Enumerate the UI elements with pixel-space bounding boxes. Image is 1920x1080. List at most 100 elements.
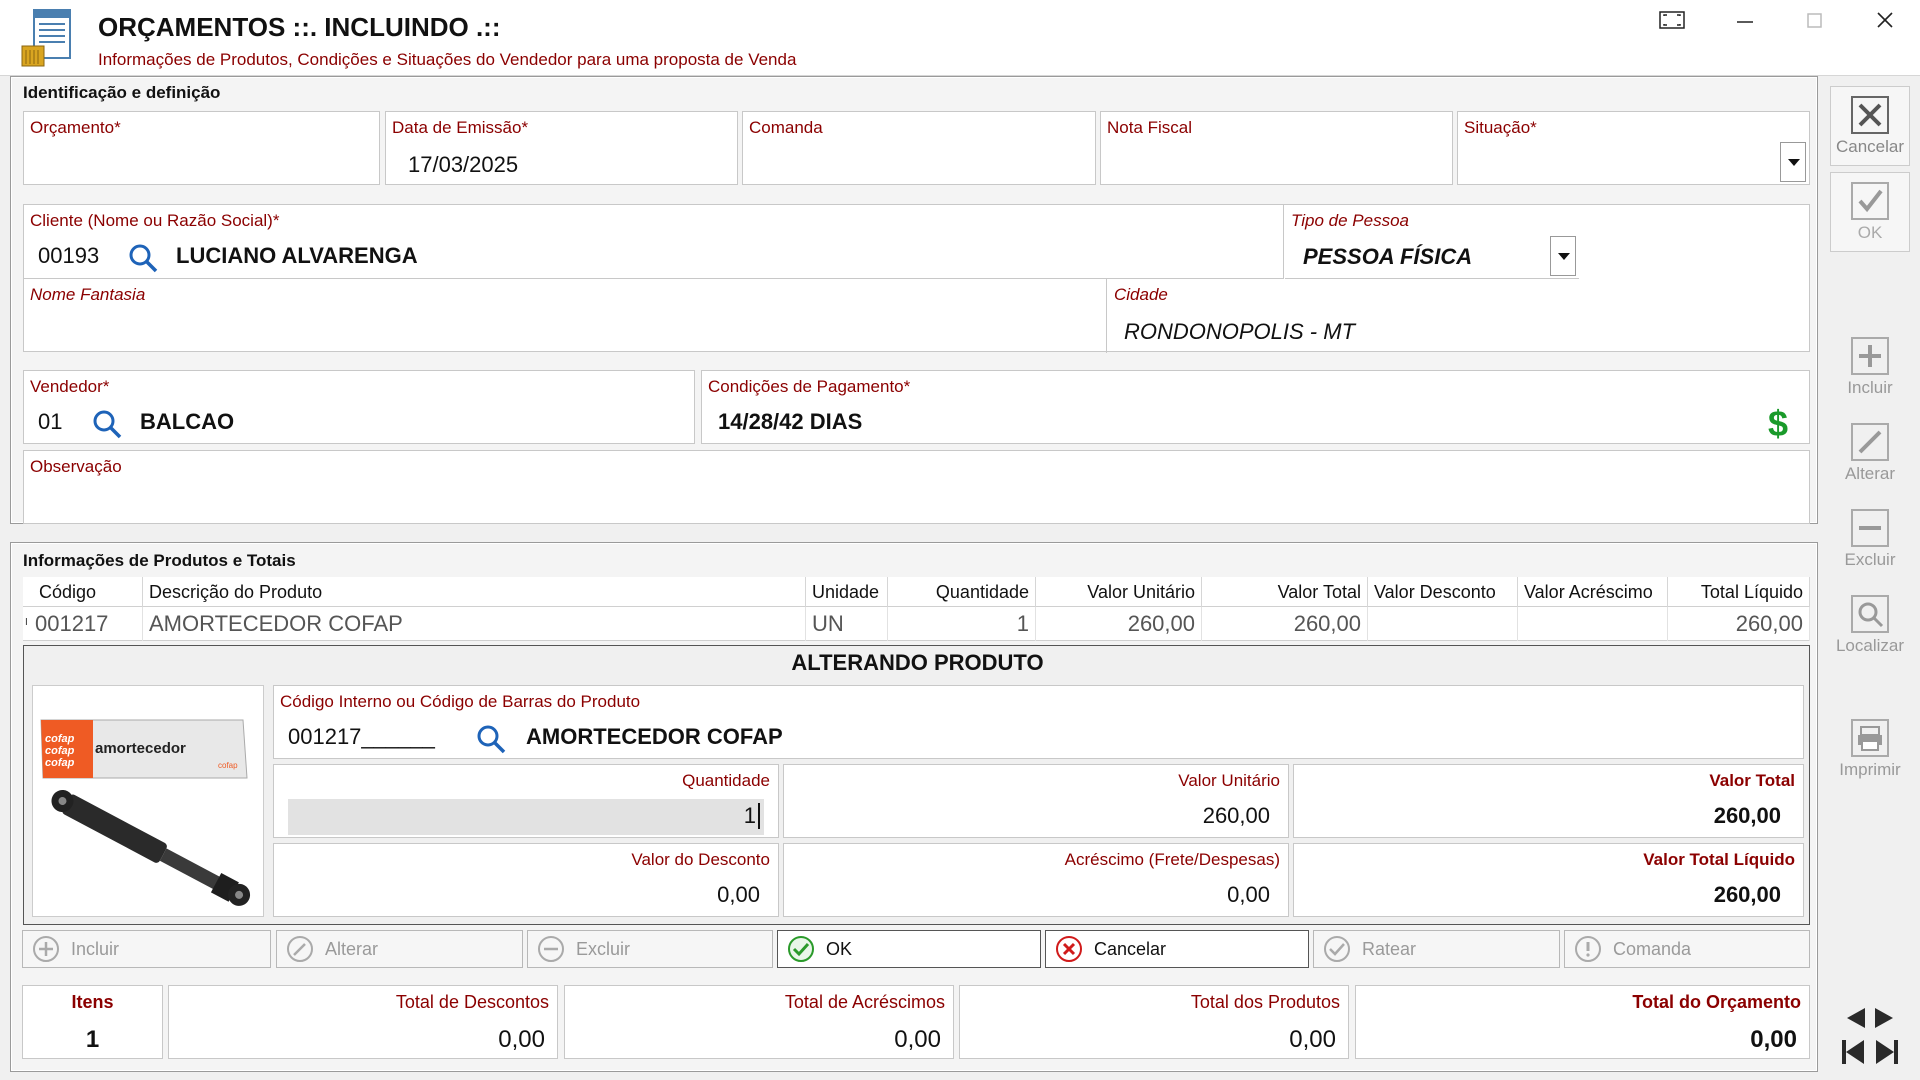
cidade-field[interactable]: Cidade RONDONOPOLIS - MT	[1108, 279, 1810, 353]
svg-text:cofap: cofap	[218, 761, 238, 770]
sidebar-ok-button[interactable]: OK	[1830, 172, 1910, 252]
window-title: ORÇAMENTOS ::. INCLUINDO .::	[98, 12, 501, 42]
vendedor-field[interactable]: Vendedor* 01 BALCAO	[23, 370, 695, 444]
condicoes-pagamento-field[interactable]: Condições de Pagamento* 14/28/42 DIAS $	[701, 370, 1810, 444]
cell-valor-total: 260,00	[1202, 607, 1368, 641]
cell-descricao: AMORTECEDOR COFAP	[143, 607, 806, 641]
total-orcamento: Total do Orçamento 0,00	[1355, 985, 1810, 1059]
situacao-label: Situação*	[1464, 118, 1537, 137]
sidebar-incluir-button: Incluir	[1830, 334, 1910, 398]
ok-button[interactable]: OK	[777, 930, 1041, 968]
minimize-icon[interactable]	[1725, 8, 1765, 38]
maximize-icon	[1795, 8, 1835, 38]
vendedor-name: BALCAO	[140, 409, 235, 434]
ratear-check-icon	[1324, 936, 1350, 962]
col-valor-acrescimo[interactable]: Valor Acréscimo	[1518, 577, 1668, 607]
observacao-label: Observação	[30, 457, 122, 476]
close-icon[interactable]	[1865, 8, 1905, 38]
cell-valor-unitario: 260,00	[1036, 607, 1202, 641]
vendedor-search-icon[interactable]	[92, 409, 122, 444]
valor-total-label: Valor Total	[1709, 771, 1795, 790]
quantidade-field[interactable]: Quantidade 1	[273, 764, 779, 838]
nota-fiscal-field[interactable]: Nota Fiscal	[1100, 111, 1453, 185]
cliente-code: 00193	[38, 243, 100, 268]
app-document-icon	[20, 8, 76, 68]
cliente-field[interactable]: Cliente (Nome ou Razão Social)* 00193 LU…	[24, 205, 1284, 279]
situacao-select[interactable]: Situação*	[1457, 111, 1810, 185]
tipo-pessoa-dropdown-icon[interactable]	[1550, 236, 1576, 276]
tipo-pessoa-value: PESSOA FÍSICA	[1303, 244, 1473, 269]
comanda-label: Comanda	[1613, 939, 1692, 959]
minus-circle-icon	[538, 936, 564, 962]
cell-total-liquido: 260,00	[1668, 607, 1810, 641]
acrescimo-field[interactable]: Acréscimo (Frete/Despesas) 0,00	[783, 843, 1289, 917]
col-unidade[interactable]: Unidade	[806, 577, 888, 607]
total-liquido-value: 260,00	[1713, 882, 1781, 907]
screen-capture-icon[interactable]	[1652, 8, 1692, 38]
image-product-text: amortecedor	[95, 740, 186, 757]
section-title-identificacao: Identificação e definição	[23, 83, 221, 102]
plus-icon	[1851, 337, 1889, 375]
col-total-liquido[interactable]: Total Líquido	[1668, 577, 1810, 607]
total-descontos-label: Total de Descontos	[395, 992, 549, 1012]
condicoes-pagamento-label: Condições de Pagamento*	[708, 377, 911, 396]
cidade-label: Cidade	[1114, 285, 1168, 304]
produto-search-icon[interactable]	[476, 724, 506, 759]
col-descricao[interactable]: Descrição do Produto	[143, 577, 806, 607]
magnifier-icon	[1851, 595, 1889, 633]
quantidade-value: 1	[744, 803, 760, 829]
total-acrescimos-value: 0,00	[894, 1026, 941, 1053]
products-grid-header: Código Descrição do Produto Unidade Quan…	[23, 577, 1810, 607]
observacao-field[interactable]: Observação	[23, 450, 1810, 524]
sidebar-cancelar-button[interactable]: Cancelar	[1830, 86, 1910, 166]
sidebar-localizar-button: Localizar	[1830, 592, 1910, 656]
ratear-label: Ratear	[1362, 939, 1417, 959]
desconto-value: 0,00	[717, 882, 760, 907]
col-codigo[interactable]: Código	[23, 577, 143, 607]
tipo-pessoa-label: Tipo de Pessoa	[1291, 211, 1409, 230]
quantidade-input[interactable]: 1	[288, 799, 764, 835]
tipo-pessoa-select[interactable]: Tipo de Pessoa PESSOA FÍSICA	[1285, 205, 1579, 279]
orcamento-field[interactable]: Orçamento*	[23, 111, 380, 185]
itens-value: 1	[85, 1026, 100, 1053]
col-valor-unitario[interactable]: Valor Unitário	[1036, 577, 1202, 607]
codigo-produto-field[interactable]: Código Interno ou Código de Barras do Pr…	[273, 685, 1804, 759]
quantidade-label: Quantidade	[682, 771, 770, 790]
nome-fantasia-field[interactable]: Nome Fantasia	[24, 279, 1107, 353]
dollar-icon[interactable]: $	[1768, 403, 1788, 445]
sidebar-imprimir-label: Imprimir	[1839, 760, 1901, 779]
identificacao-panel: Identificação e definição Orçamento* Dat…	[10, 76, 1818, 524]
data-emissao-value: 17/03/2025	[408, 152, 519, 177]
cell-unidade: UN	[806, 607, 888, 641]
cliente-name: LUCIANO ALVARENGA	[176, 243, 418, 268]
cancelar-button[interactable]: Cancelar	[1045, 930, 1309, 968]
title-bar: ORÇAMENTOS ::. INCLUINDO .:: Informações…	[0, 0, 1920, 76]
total-liquido-field: Valor Total Líquido 260,00	[1293, 843, 1804, 917]
desconto-field[interactable]: Valor do Desconto 0,00	[273, 843, 779, 917]
sidebar-cancelar-label: Cancelar	[1835, 137, 1905, 156]
search-icon[interactable]	[128, 243, 158, 278]
situacao-dropdown-icon[interactable]	[1780, 142, 1806, 182]
ok-label: OK	[826, 939, 853, 959]
svg-text:cofap: cofap	[45, 757, 75, 769]
total-acrescimos-label: Total de Acréscimos	[784, 992, 945, 1012]
codigo-produto-value: 001217______	[288, 724, 435, 749]
svg-text:cofap: cofap	[45, 745, 75, 757]
data-emissao-field[interactable]: Data de Emissão* 17/03/2025	[385, 111, 738, 185]
comanda-field[interactable]: Comanda	[742, 111, 1096, 185]
cell-codigo: 001217	[23, 607, 143, 641]
sidebar-ok-label: OK	[1857, 223, 1883, 242]
total-produtos-value: 0,00	[1289, 1026, 1336, 1053]
nav-first-last-icon[interactable]	[1840, 1038, 1900, 1071]
cidade-value: RONDONOPOLIS - MT	[1124, 319, 1356, 344]
alterar-label: Alterar	[325, 939, 379, 959]
col-quantidade[interactable]: Quantidade	[888, 577, 1036, 607]
col-valor-total[interactable]: Valor Total	[1202, 577, 1368, 607]
col-valor-desconto[interactable]: Valor Desconto	[1368, 577, 1518, 607]
valor-unitario-field[interactable]: Valor Unitário 260,00	[783, 764, 1289, 838]
table-row[interactable]: I 001217 AMORTECEDOR COFAP UN 1 260,00 2…	[23, 607, 1810, 641]
nav-prev-next-icon[interactable]	[1845, 1006, 1895, 1035]
desconto-label: Valor do Desconto	[631, 850, 770, 869]
product-image: cofap cofap cofap amortecedor cofap	[32, 685, 264, 917]
incluir-label: Incluir	[71, 939, 120, 959]
